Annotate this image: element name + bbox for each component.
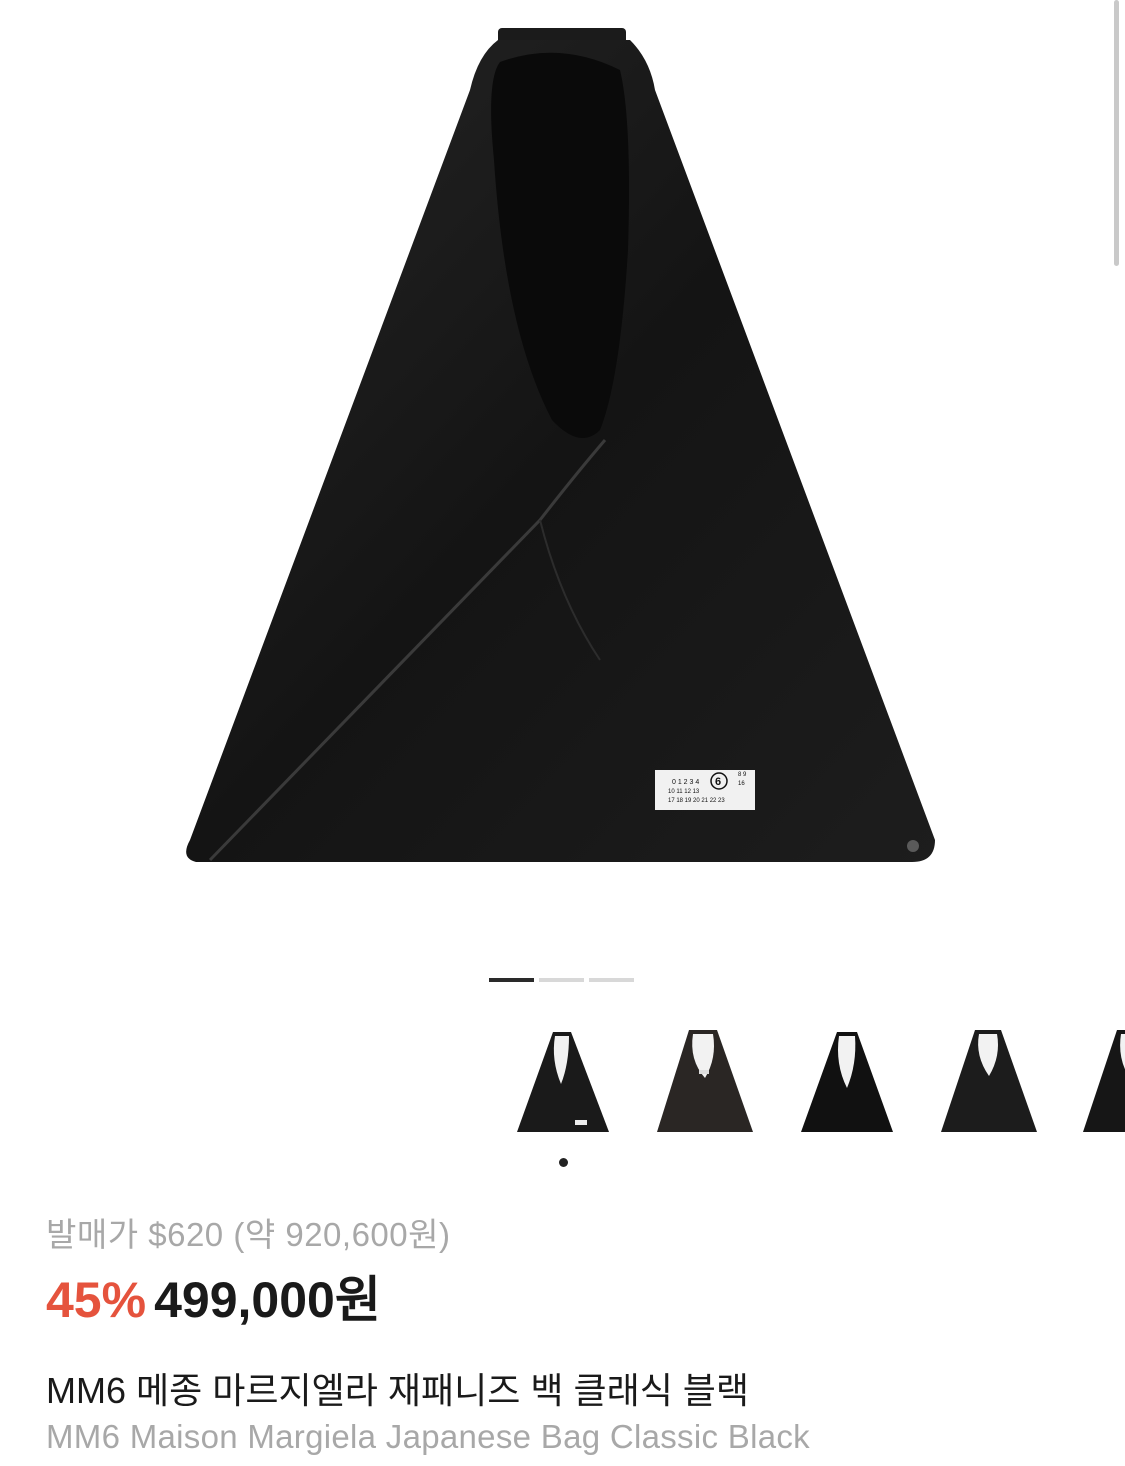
price-row: 45% 499,000원 (46, 1260, 381, 1332)
thumbnail-3[interactable] (789, 1020, 905, 1150)
label-row1: 0 1 2 3 4 (672, 779, 699, 786)
sale-price: 499,000원 (154, 1272, 381, 1328)
label-row3: 17 18 19 20 21 22 23 (668, 798, 725, 804)
product-name-korean: MM6 메종 마르지엘라 재패니즈 백 클래식 블랙 (46, 1370, 750, 1411)
label-row2: 10 11 12 13 (668, 789, 700, 795)
thumbnail-strip[interactable] (505, 1020, 1125, 1150)
product-main-image[interactable]: 0 1 2 3 4 8 9 6 10 11 12 13 16 17 18 19 … (0, 0, 1125, 960)
scrollbar[interactable] (1114, 0, 1119, 266)
thumbnail-5[interactable] (1073, 1020, 1125, 1150)
thumbnail-4[interactable] (931, 1020, 1047, 1150)
pager-segment-1 (489, 978, 534, 982)
thumbnail-1[interactable] (505, 1020, 621, 1150)
bag-image: 0 1 2 3 4 8 9 6 10 11 12 13 16 17 18 19 … (186, 28, 936, 862)
image-pager (489, 978, 634, 982)
pager-segment-2 (539, 978, 584, 982)
label-row2b: 16 (738, 781, 745, 787)
discount-rate: 45% (46, 1272, 147, 1328)
thumbnail-2[interactable] (647, 1020, 763, 1150)
label-circled: 6 (715, 776, 721, 788)
product-name-english: MM6 Maison Margiela Japanese Bag Classic… (46, 1418, 810, 1455)
pager-segment-3 (589, 978, 634, 982)
original-price: 발매가 $620 (약 920,600원) (46, 1216, 451, 1253)
label-row1b: 8 9 (738, 772, 747, 778)
selected-thumbnail-indicator (559, 1158, 568, 1167)
